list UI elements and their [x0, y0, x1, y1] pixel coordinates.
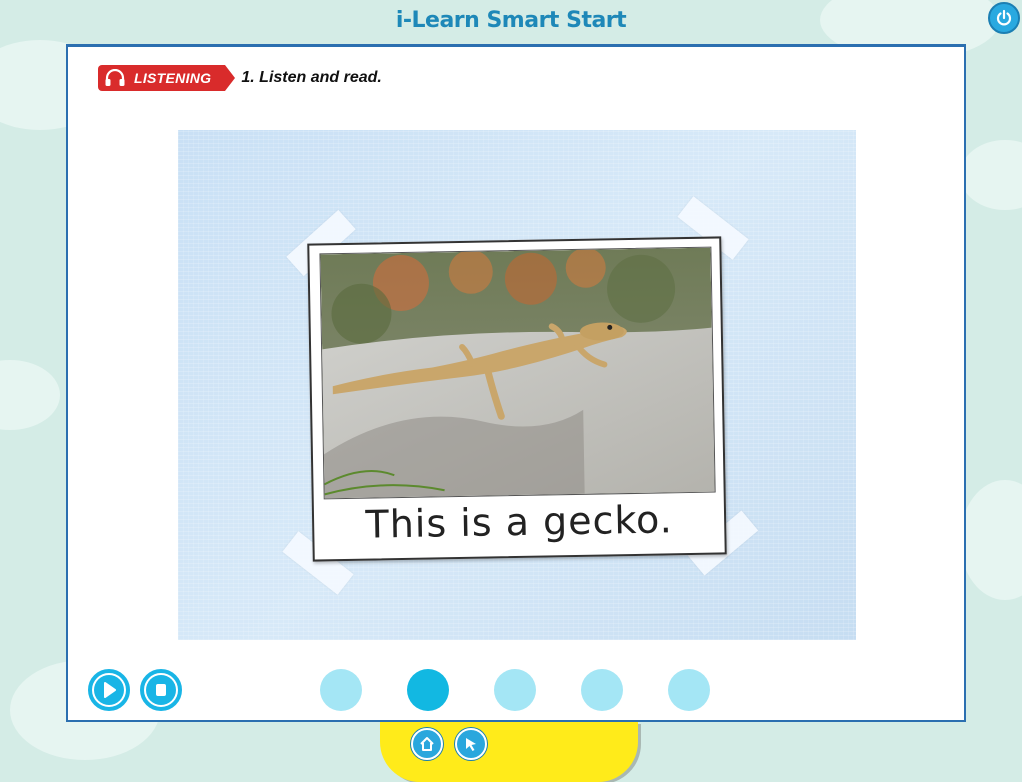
- power-button[interactable]: [988, 2, 1020, 34]
- page-dot-active[interactable]: [407, 669, 449, 711]
- power-icon: [996, 9, 1012, 26]
- app-title: i-Learn Smart Start: [395, 8, 627, 33]
- pointer-button[interactable]: [455, 728, 487, 760]
- stop-icon: [156, 684, 166, 696]
- listening-label: LISTENING: [134, 70, 212, 86]
- play-icon: [104, 682, 116, 698]
- stop-button[interactable]: [140, 669, 182, 711]
- headphones-icon: [105, 69, 125, 86]
- story-scene: This is a gecko.: [178, 130, 856, 640]
- listening-badge: LISTENING: [98, 65, 236, 91]
- photo-card: This is a gecko.: [307, 236, 727, 562]
- caption-text: This is a gecko.: [365, 497, 674, 547]
- lesson-panel: LISTENING 1. Listen and read. This is a …: [66, 44, 966, 722]
- instruction-text: 1. Listen and read.: [241, 69, 382, 86]
- home-button[interactable]: [411, 728, 443, 760]
- instruction-row: LISTENING 1. Listen and read.: [98, 65, 382, 91]
- page-dot[interactable]: [320, 669, 362, 711]
- background-cloud: [0, 360, 60, 430]
- playback-controls: [88, 669, 182, 711]
- play-button[interactable]: [88, 669, 130, 711]
- background-cloud: [960, 140, 1022, 210]
- background-cloud: [960, 480, 1022, 600]
- page-dot[interactable]: [668, 669, 710, 711]
- play-button-inner: [94, 675, 124, 705]
- page-dot[interactable]: [494, 669, 536, 711]
- pointer-icon: [466, 738, 476, 751]
- home-icon: [420, 737, 434, 751]
- stop-button-inner: [146, 675, 176, 705]
- gecko-photo: [319, 246, 716, 500]
- page-dot[interactable]: [581, 669, 623, 711]
- page-indicator: [320, 669, 710, 711]
